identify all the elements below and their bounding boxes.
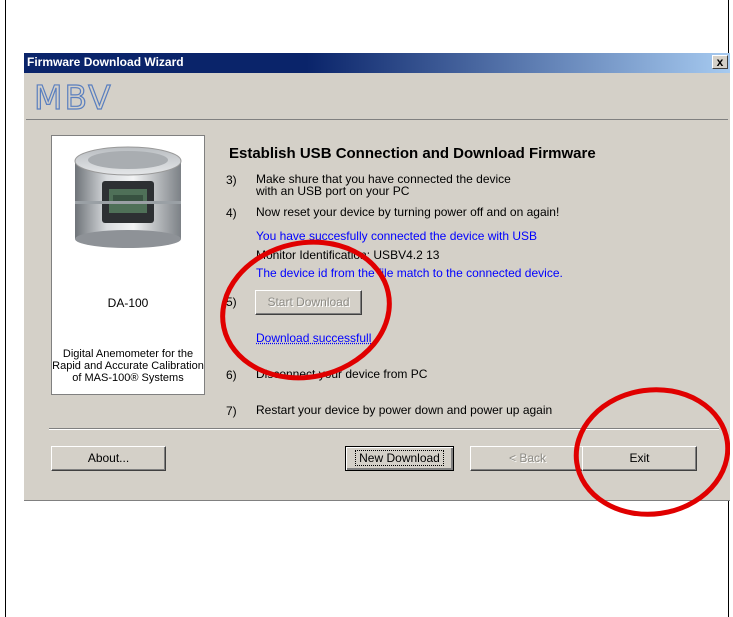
anemometer-image <box>74 146 182 248</box>
step-4-number: 4) <box>226 206 237 220</box>
status-connected: You have succesfully connected the devic… <box>256 229 538 243</box>
header-banner: MBV <box>26 75 728 120</box>
new-download-label: New Download <box>355 450 444 466</box>
status-download-result: Download successfull <box>256 331 372 345</box>
back-button[interactable]: < Back <box>470 446 585 471</box>
step-7-number: 7) <box>226 404 237 418</box>
step-7-text: Restart your device by power down and po… <box>256 403 553 417</box>
title-bar[interactable]: Firmware Download Wizard x <box>24 53 730 73</box>
device-name: DA-100 <box>107 296 149 310</box>
step-5-number: 5) <box>226 295 237 309</box>
window-title: Firmware Download Wizard <box>27 55 184 69</box>
close-button[interactable]: x <box>712 55 728 69</box>
page-heading: Establish USB Connection and Download Fi… <box>229 145 596 162</box>
device-description: Digital Anemometer for the Rapid and Acc… <box>52 348 204 384</box>
exit-button[interactable]: Exit <box>582 446 697 471</box>
status-id-match: The device id from the file match to the… <box>256 266 563 280</box>
separator-highlight <box>49 429 719 430</box>
new-download-button[interactable]: New Download <box>345 446 454 471</box>
mbv-logo: MBV <box>33 78 113 117</box>
about-button[interactable]: About... <box>51 446 166 471</box>
step-3-line-2: with an USB port on your PC <box>256 184 410 198</box>
start-download-button[interactable]: Start Download <box>255 290 362 315</box>
step-3-number: 3) <box>226 173 237 187</box>
step-6-number: 6) <box>226 368 237 382</box>
page-border-left <box>5 0 6 617</box>
step-4-text: Now reset your device by turning power o… <box>256 205 560 219</box>
wizard-window: Firmware Download Wizard x MBV DA-100 Di… <box>24 53 730 501</box>
step-6-text: Disconnect your device from PC <box>256 367 428 381</box>
status-monitor-id: Monitor Identification: USBV4.2 13 <box>256 248 440 262</box>
device-panel: DA-100 Digital Anemometer for the Rapid … <box>51 135 205 395</box>
